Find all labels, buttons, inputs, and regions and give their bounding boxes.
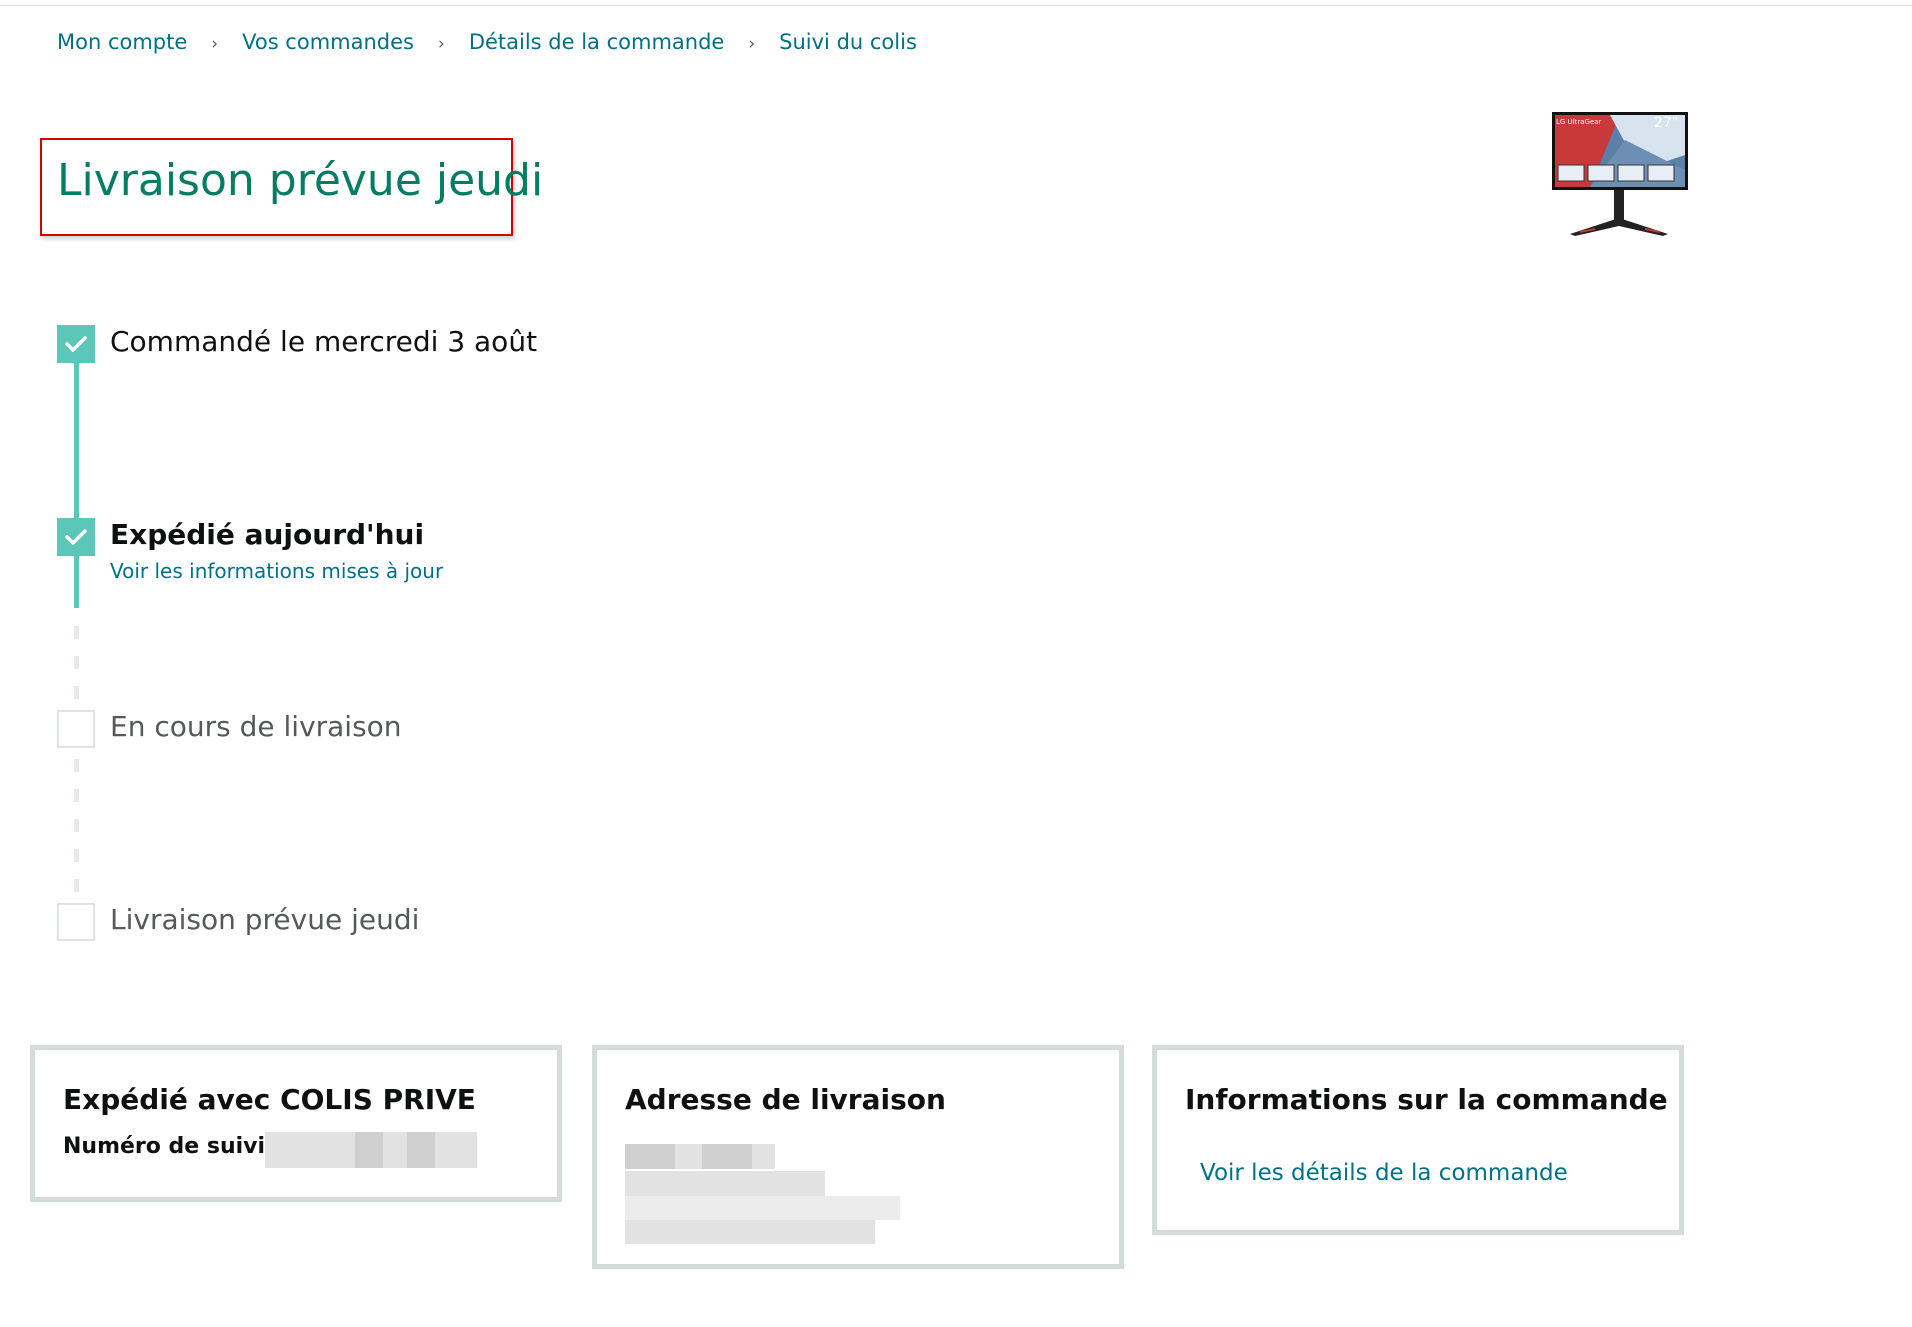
view-order-details-link[interactable]: Voir les détails de la commande [1200,1160,1568,1186]
product-size-text: 27" [1654,115,1678,131]
check-icon [65,529,87,545]
redacted-tracking-number [355,1132,383,1168]
pending-line-segment [74,626,79,639]
pending-line-segment [74,656,79,669]
breadcrumb-your-orders[interactable]: Vos commandes [242,30,414,54]
breadcrumb-separator: › [748,34,756,54]
shipping-carrier-card: Expédié avec COLIS PRIVE Numéro de suivi… [30,1045,562,1202]
step-out-for-delivery-box [57,710,95,748]
check-icon [65,336,87,352]
breadcrumb-my-account[interactable]: Mon compte [57,30,187,54]
redacted-address-line [702,1144,752,1169]
pending-line-segment [74,819,79,832]
step-delivery-expected-box [57,903,95,941]
delivery-address-title: Adresse de livraison [625,1083,946,1116]
page-title: Livraison prévue jeudi [57,155,544,206]
breadcrumb: Mon compte › Vos commandes › Détails de la c… [57,30,917,54]
breadcrumb-separator: › [438,34,445,54]
step-ordered-label: Commandé le mercredi 3 août [110,325,538,358]
redacted-address-line [625,1171,825,1196]
step-out-for-delivery-label: En cours de livraison [110,710,402,743]
step-shipped-label: Expédié aujourd'hui [110,518,425,551]
product-brand-text: LG UltraGear [1556,118,1602,126]
redacted-address-line [625,1144,675,1169]
progress-line [74,362,79,522]
top-divider [0,5,1912,6]
redacted-tracking-number [407,1132,435,1168]
view-updated-info-link[interactable]: Voir les informations mises à jour [110,559,443,583]
pending-line-segment [74,686,79,699]
product-image[interactable]: LG UltraGear 27" [1550,110,1690,238]
order-info-card: Informations sur la commande Voir les dé… [1152,1045,1684,1235]
delivery-address-card: Adresse de livraison [592,1045,1124,1269]
breadcrumb-separator: › [211,34,219,54]
shipping-carrier-title: Expédié avec COLIS PRIVE [63,1083,476,1116]
redacted-address-line [625,1220,875,1244]
step-delivery-expected-label: Livraison prévue jeudi [110,903,420,936]
breadcrumb-order-details[interactable]: Détails de la commande [469,30,725,54]
progress-line [74,552,79,608]
breadcrumb-package-tracking[interactable]: Suivi du colis [779,30,917,54]
step-ordered-check [57,325,95,363]
pending-line-segment [74,879,79,892]
redacted-address-line [625,1196,900,1220]
pending-line-segment [74,789,79,802]
pending-line-segment [74,759,79,772]
pending-line-segment [74,849,79,862]
step-shipped-check [57,518,95,556]
order-info-title: Informations sur la commande [1185,1083,1668,1116]
